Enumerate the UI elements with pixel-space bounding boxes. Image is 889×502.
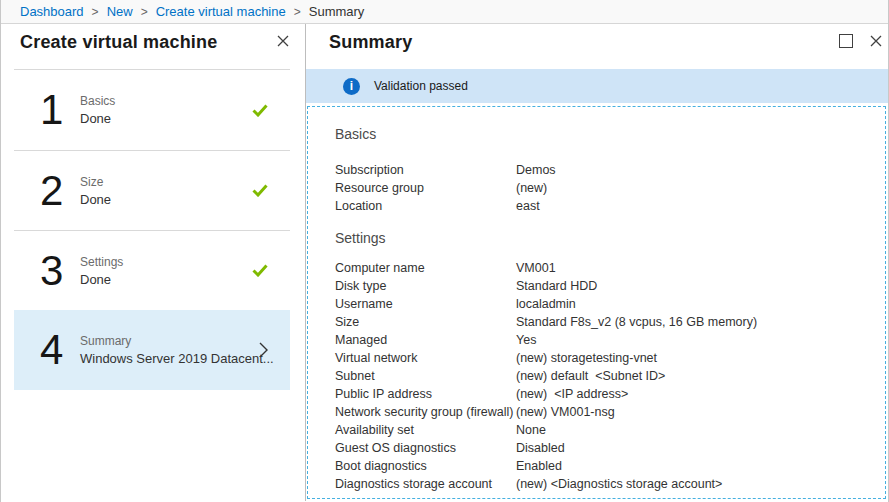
breadcrumb: Dashboard > New > Create virtual machine…: [1, 0, 888, 24]
summary-row: SubscriptionDemos: [335, 161, 885, 179]
breadcrumb-separator: >: [92, 5, 99, 19]
blade-title: Create virtual machine: [20, 32, 277, 53]
section-title-settings: Settings: [335, 230, 885, 246]
close-icon[interactable]: [870, 35, 882, 47]
wizard-steps: 1 Basics Done 2 Size Done: [14, 69, 290, 390]
step-settings[interactable]: 3 Settings Done: [14, 230, 290, 310]
summary-content: Basics SubscriptionDemos Resource group(…: [307, 106, 886, 499]
create-vm-blade: Create virtual machine 1 Basics Done 2 S…: [1, 24, 306, 501]
chevron-right-icon: [259, 342, 268, 358]
summary-row: Public IP address(new) <IP address>: [335, 385, 885, 403]
summary-blade: Summary i Validation passed Basics Subsc…: [306, 24, 888, 501]
breadcrumb-dashboard[interactable]: Dashboard: [20, 4, 84, 19]
blade-title: Summary: [329, 32, 839, 53]
summary-row: Computer nameVM001: [335, 259, 885, 277]
summary-row: Subnet(new) default <Subnet ID>: [335, 367, 885, 385]
summary-row: Usernamelocaladmin: [335, 295, 885, 313]
summary-row: Boot diagnosticsEnabled: [335, 457, 885, 475]
info-icon: i: [343, 78, 360, 95]
step-status: Done: [80, 272, 252, 287]
check-icon: [252, 264, 268, 277]
breadcrumb-separator: >: [141, 5, 148, 19]
check-icon: [252, 184, 268, 197]
summary-row: Resource group(new): [335, 179, 885, 197]
breadcrumb-new[interactable]: New: [107, 4, 133, 19]
maximize-icon[interactable]: [839, 34, 853, 48]
summary-row: SizeStandard F8s_v2 (8 vcpus, 16 GB memo…: [335, 313, 885, 331]
summary-row: Locationeast: [335, 197, 885, 215]
step-status: Done: [80, 111, 252, 126]
check-icon: [252, 104, 268, 117]
step-summary[interactable]: 4 Summary Windows Server 2019 Datacent..…: [14, 310, 290, 390]
validation-banner: i Validation passed: [306, 69, 888, 103]
section-title-basics: Basics: [335, 126, 885, 142]
summary-row: Virtual network(new) storagetesting-vnet: [335, 349, 885, 367]
breadcrumb-create-virtual-machine[interactable]: Create virtual machine: [156, 4, 286, 19]
step-status: Done: [80, 192, 252, 207]
step-number: 1: [40, 86, 80, 134]
step-size[interactable]: 2 Size Done: [14, 150, 290, 230]
step-number: 3: [40, 247, 80, 295]
summary-row: ManagedYes: [335, 331, 885, 349]
step-status: Windows Server 2019 Datacent...: [80, 351, 259, 366]
breadcrumb-summary: Summary: [309, 4, 365, 19]
step-basics[interactable]: 1 Basics Done: [14, 70, 290, 150]
breadcrumb-separator: >: [294, 5, 301, 19]
summary-row: Diagnostics storage account(new) <Diagno…: [335, 475, 885, 493]
close-icon[interactable]: [277, 35, 289, 47]
step-label: Basics: [80, 94, 252, 108]
step-number: 2: [40, 167, 80, 215]
step-label: Settings: [80, 255, 252, 269]
step-number: 4: [40, 326, 80, 374]
summary-row: Guest OS diagnosticsDisabled: [335, 439, 885, 457]
step-label: Size: [80, 175, 252, 189]
summary-row: Network security group (firewall)(new) V…: [335, 403, 885, 421]
step-label: Summary: [80, 334, 259, 348]
summary-row: Disk typeStandard HDD: [335, 277, 885, 295]
summary-row: Availability setNone: [335, 421, 885, 439]
validation-banner-text: Validation passed: [374, 79, 468, 93]
